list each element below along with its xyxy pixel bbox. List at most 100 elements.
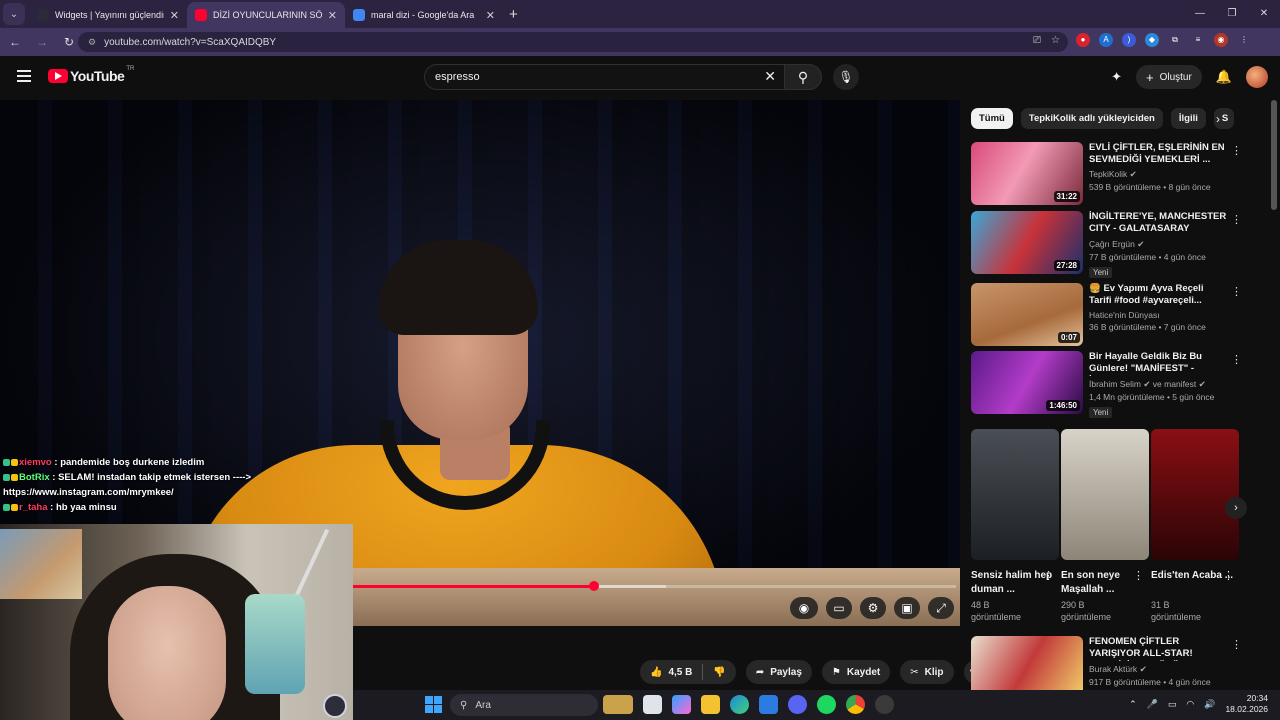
media-icon[interactable]: ≡ — [1191, 33, 1205, 47]
volume-icon[interactable]: 🔊 — [1204, 699, 1215, 710]
channel-name[interactable]: TepkiKolik — [1089, 169, 1127, 179]
browser-tab[interactable]: maral dizi - Google'da Ara ✕ — [345, 2, 503, 28]
restore-button[interactable]: ❐ — [1216, 0, 1248, 28]
shorts-next-arrow-icon[interactable]: › — [1225, 497, 1247, 519]
theater-mode-icon[interactable]: ▣ — [894, 597, 920, 619]
copilot-icon[interactable] — [672, 695, 691, 714]
recommended-video[interactable]: 1:46:50 Bir Hayalle Geldik Biz Bu Günler… — [971, 351, 1261, 418]
video-thumbnail[interactable]: 31:22 — [971, 142, 1083, 205]
video-title[interactable]: İNGİLTERE'YE, MANCHESTER CITY - GALATASA… — [1089, 211, 1227, 236]
channel-name[interactable]: Burak Aktürk — [1089, 664, 1137, 674]
settings-gear-icon[interactable]: ⚙ — [860, 597, 886, 619]
like-icon[interactable]: 👍 — [650, 667, 662, 678]
weather-widget-icon[interactable] — [603, 695, 633, 714]
close-tab-icon[interactable]: ✕ — [328, 9, 337, 22]
video-thumbnail[interactable]: 0:07 — [971, 283, 1083, 346]
account-avatar[interactable] — [1246, 66, 1268, 88]
video-title[interactable]: 🍔 Ev Yapımı Ayva Reçeli Tarifi #food #ay… — [1089, 283, 1227, 307]
profile-icon[interactable]: ◉ — [1214, 33, 1228, 47]
spotify-icon[interactable] — [817, 695, 836, 714]
discord-icon[interactable] — [788, 695, 807, 714]
store-icon[interactable] — [759, 695, 778, 714]
new-tab-button[interactable]: + — [509, 6, 518, 23]
browser-tab[interactable]: DİZİ OYUNCULARININ SÖYLEDİ ✕ — [187, 2, 345, 28]
short-item[interactable]: Edis'ten Acaba ... 31 B görüntüleme ⋮ — [1151, 429, 1239, 623]
filter-chip[interactable]: Tümü — [971, 108, 1013, 129]
share-button[interactable]: ➦ Paylaş — [745, 660, 812, 684]
video-title[interactable]: EVLİ ÇİFTLER, EŞLERİNİN EN SEVMEDİĞİ YEM… — [1089, 142, 1227, 166]
video-thumbnail[interactable]: 27:28 — [971, 211, 1083, 274]
windows-start-icon[interactable] — [425, 696, 442, 713]
wifi-icon[interactable]: ◠ — [1186, 699, 1194, 710]
obs-icon[interactable] — [323, 694, 347, 718]
address-bar[interactable]: ⚙ youtube.com/watch?v=ScaXQAIDQBY ⎚ ☆ — [78, 32, 1068, 52]
subtitles-icon[interactable]: ▭ — [826, 597, 852, 619]
short-item[interactable]: Sensiz halim hep duman ... 48 B görüntül… — [971, 429, 1059, 623]
browser-tab[interactable]: Widgets | Yayınını güçlendirmek ✕ — [29, 2, 187, 28]
search-button[interactable]: ⚲ — [784, 64, 822, 90]
file-explorer-icon[interactable] — [701, 695, 720, 714]
extension-red-icon[interactable]: ● — [1076, 33, 1090, 47]
extension-shield-icon[interactable]: ◆ — [1145, 33, 1159, 47]
display-tray-icon[interactable]: ▭ — [1168, 699, 1177, 710]
recommended-video[interactable]: 0:07 🍔 Ev Yapımı Ayva Reçeli Tarifi #foo… — [971, 283, 1261, 347]
close-window-button[interactable]: ✕ — [1248, 0, 1280, 28]
dislike-icon[interactable]: 👎 — [713, 667, 725, 678]
extensions-puzzle-icon[interactable]: ⧉ — [1168, 33, 1182, 47]
app-icon[interactable] — [875, 695, 894, 714]
fullscreen-icon[interactable]: ⤢ — [928, 597, 954, 619]
short-options-icon[interactable]: ⋮ — [1043, 569, 1054, 582]
channel-name[interactable]: İbrahim Selim ✔ ve manifest — [1089, 379, 1196, 389]
save-button[interactable]: ⚑ Kaydet — [821, 660, 891, 684]
hamburger-menu-icon[interactable] — [17, 70, 31, 85]
extension-wave-icon[interactable]: ) — [1122, 33, 1136, 47]
recommended-video[interactable]: 31:22 EVLİ ÇİFTLER, EŞLERİNİN EN SEVMEDİ… — [971, 142, 1261, 206]
task-view-icon[interactable] — [643, 695, 662, 714]
channel-name[interactable]: Çağrı Ergün — [1089, 239, 1135, 249]
extension-translate-icon[interactable]: A — [1099, 33, 1113, 47]
video-options-icon[interactable]: ⋮ — [1231, 213, 1242, 226]
bookmark-star-icon[interactable]: ☆ — [1051, 35, 1060, 46]
back-button[interactable]: ← — [3, 35, 27, 49]
short-thumbnail[interactable] — [971, 429, 1059, 560]
clear-search-icon[interactable]: ✕ — [764, 68, 776, 85]
voice-search-icon[interactable]: 🎙 — [833, 64, 859, 90]
notifications-bell-icon[interactable]: 🔔 — [1216, 69, 1232, 85]
tab-search-button[interactable]: ⌄ — [3, 3, 25, 25]
video-options-icon[interactable]: ⋮ — [1231, 285, 1242, 298]
mic-tray-icon[interactable]: 🎤 — [1147, 699, 1158, 710]
short-thumbnail[interactable] — [1061, 429, 1149, 560]
video-options-icon[interactable]: ⋮ — [1231, 353, 1242, 366]
short-options-icon[interactable]: ⋮ — [1133, 569, 1144, 582]
video-options-icon[interactable]: ⋮ — [1231, 144, 1242, 157]
recommended-video[interactable]: 27:28 İNGİLTERE'YE, MANCHESTER CITY - GA… — [971, 211, 1261, 278]
short-thumbnail[interactable] — [1151, 429, 1239, 560]
forward-button[interactable]: → — [30, 35, 54, 49]
short-options-icon[interactable]: ⋮ — [1223, 569, 1234, 582]
filter-chip[interactable]: TepkiKolik adlı yükleyiciden — [1020, 108, 1163, 129]
progress-bar[interactable] — [352, 581, 956, 591]
minimize-button[interactable]: — — [1184, 0, 1216, 28]
install-icon[interactable]: ⎚ — [1033, 35, 1041, 46]
browser-menu-icon[interactable]: ⋮ — [1237, 33, 1251, 47]
video-title[interactable]: FENOMEN ÇİFTLER YARIŞIYOR ALL-STAR! (SEV… — [1089, 636, 1227, 661]
tray-expand-icon[interactable]: ⌃ — [1129, 699, 1137, 710]
youtube-logo[interactable]: YouTube TR — [48, 66, 134, 84]
clip-button[interactable]: ✂ Klip — [900, 660, 954, 684]
search-input[interactable]: espresso ✕ — [424, 64, 784, 90]
taskbar-clock[interactable]: 20:34 18.02.2026 — [1225, 693, 1268, 715]
edge-icon[interactable] — [730, 695, 749, 714]
chips-next-arrow-icon[interactable]: › — [1216, 112, 1220, 126]
video-title[interactable]: Bir Hayalle Geldik Biz Bu Günlere! "MANİ… — [1089, 351, 1227, 376]
short-item[interactable]: En son neye Maşallah ... 290 B görüntüle… — [1061, 429, 1149, 623]
close-tab-icon[interactable]: ✕ — [486, 9, 495, 22]
close-tab-icon[interactable]: ✕ — [170, 9, 179, 22]
chrome-icon[interactable] — [846, 695, 865, 714]
video-options-icon[interactable]: ⋮ — [1231, 638, 1242, 651]
cast-icon[interactable]: ✦ — [1111, 69, 1122, 85]
channel-name[interactable]: Hatice'nin Dünyası — [1089, 310, 1160, 320]
video-thumbnail[interactable]: 1:46:50 — [971, 351, 1083, 414]
page-scrollbar[interactable] — [1271, 100, 1277, 210]
filter-chip[interactable]: İlgili — [1170, 108, 1206, 129]
create-button[interactable]: + Oluştur — [1135, 65, 1202, 89]
